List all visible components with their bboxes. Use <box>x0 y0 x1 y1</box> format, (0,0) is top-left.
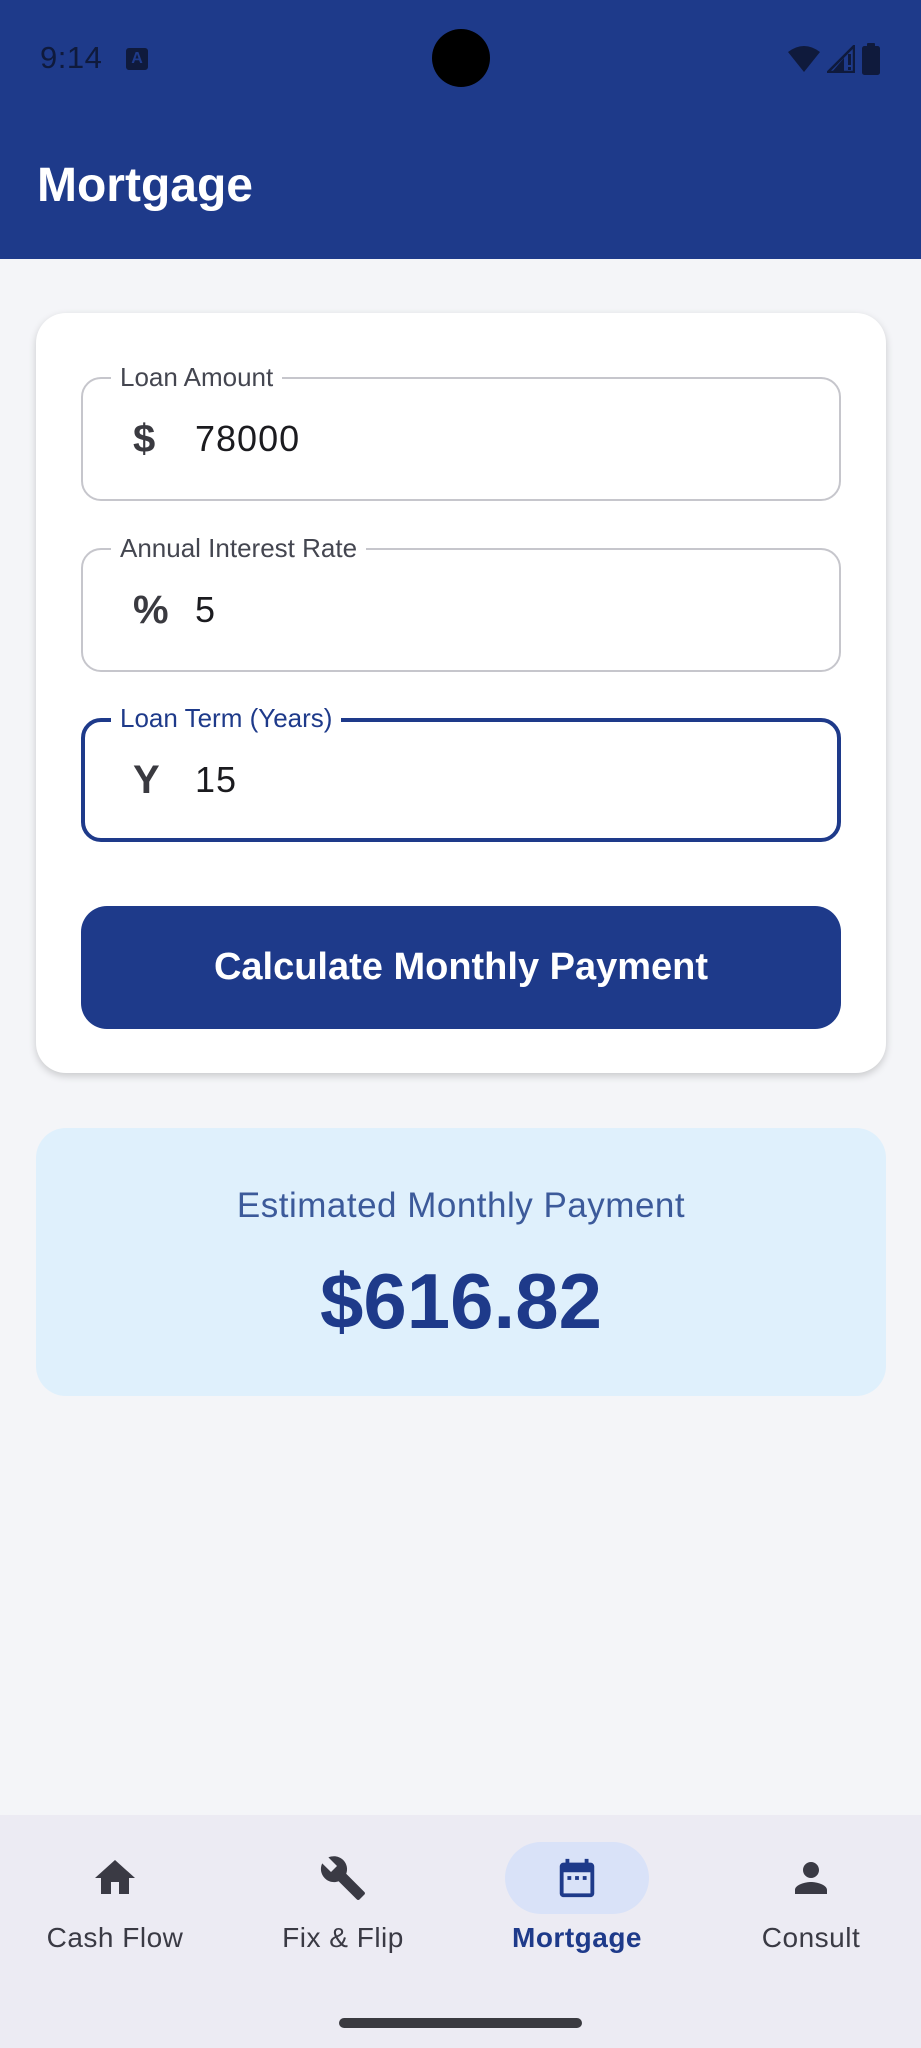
calculate-button[interactable]: Calculate Monthly Payment <box>81 906 841 1029</box>
status-bar: 9:14 A <box>0 0 921 116</box>
nav-icon-container <box>739 1842 883 1914</box>
mortgage-form-card: Loan Amount $ Annual Interest Rate % Loa… <box>36 313 886 1073</box>
result-card: Estimated Monthly Payment $616.82 <box>36 1128 886 1396</box>
status-time: 9:14 <box>40 40 103 75</box>
loan-amount-input[interactable] <box>195 379 795 499</box>
dollar-prefix-icon: $ <box>133 416 156 461</box>
wifi-icon <box>788 46 820 72</box>
home-icon <box>95 1860 135 1894</box>
page-title: Mortgage <box>37 159 253 212</box>
nav-label-cash-flow: Cash Flow <box>46 1922 184 1953</box>
a-letter-icon: A <box>126 48 148 70</box>
interest-rate-input[interactable] <box>195 550 795 670</box>
app-bar: 9:14 A Mortgage <box>0 0 921 259</box>
nav-label-consult: Consult <box>761 1922 861 1953</box>
loan-term-input[interactable] <box>195 722 795 838</box>
loan-amount-field[interactable]: Loan Amount $ <box>81 360 841 501</box>
nav-icon-container <box>43 1842 187 1914</box>
result-label: Estimated Monthly Payment <box>236 1186 686 1225</box>
battery-icon <box>862 43 880 75</box>
nav-item-fix-flip[interactable]: Fix & Flip <box>228 1815 458 1985</box>
nav-item-cash-flow[interactable]: Cash Flow <box>0 1815 230 1985</box>
nav-label-fix-flip: Fix & Flip <box>282 1922 404 1953</box>
nav-item-consult[interactable]: Consult <box>696 1815 921 1985</box>
nav-label-mortgage: Mortgage <box>512 1922 642 1953</box>
nav-icon-container <box>271 1842 415 1914</box>
wrench-icon <box>320 1856 365 1900</box>
nav-item-mortgage[interactable]: Mortgage <box>462 1815 692 1985</box>
camera-cutout <box>432 29 490 87</box>
mortgage-screen: 9:14 A Mortgage Loan Amount $ 78000 Annu… <box>0 0 921 2048</box>
bottom-navigation: Cash Flow Fix & Flip Mortgage Consult <box>0 1815 921 2048</box>
years-prefix-icon: Y <box>133 757 160 802</box>
status-icons <box>787 42 881 76</box>
home-indicator[interactable] <box>339 2018 582 2028</box>
person-icon <box>795 1862 827 1894</box>
nav-icon-container <box>505 1842 649 1914</box>
calendar-icon <box>559 1858 595 1898</box>
signal-icon <box>827 45 855 73</box>
interest-rate-field[interactable]: Annual Interest Rate % <box>81 531 841 672</box>
monthly-payment-value: $616.82 <box>320 1257 602 1345</box>
percent-prefix-icon: % <box>133 587 169 632</box>
loan-term-field[interactable]: Loan Term (Years) Y <box>81 701 841 842</box>
